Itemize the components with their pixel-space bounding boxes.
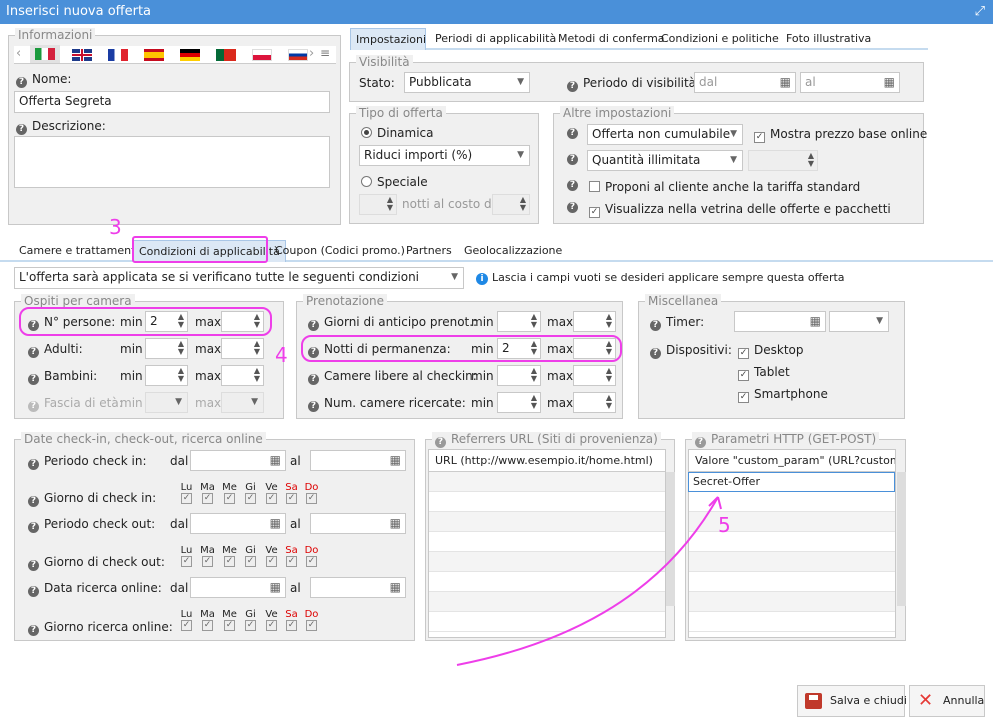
salva-chiudi-button[interactable]: Salva e chiudi [797,685,907,717]
annotation-arrow-icon [456,496,722,666]
annulla-button[interactable]: ✕ Annulla [909,685,985,717]
save-icon [805,693,822,709]
close-icon: ✕ [918,690,934,711]
